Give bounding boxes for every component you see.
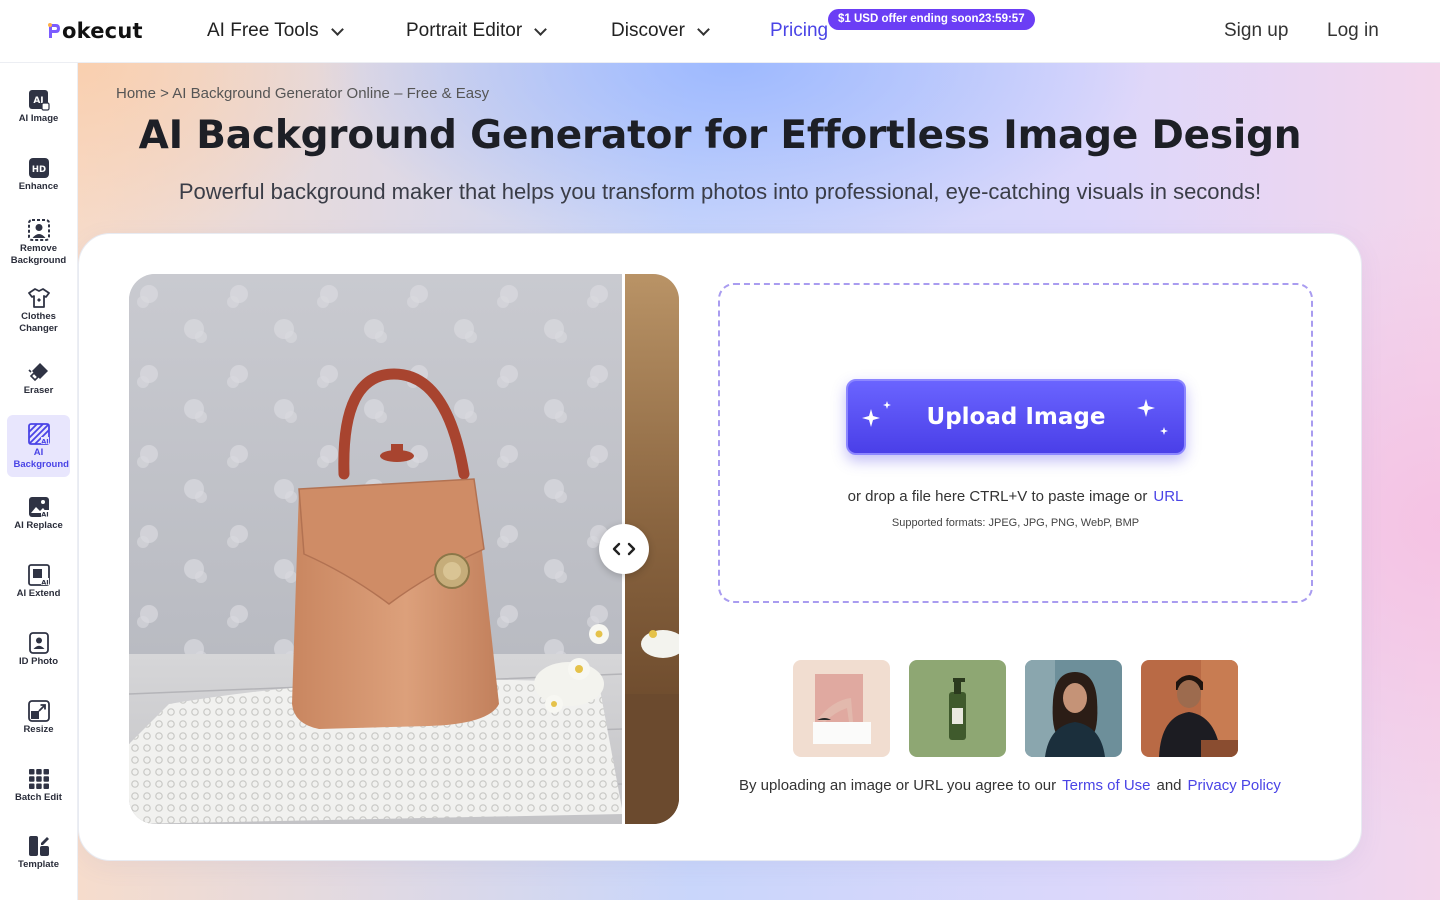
upload-dropzone[interactable]: Upload Image or drop a file here CTRL+V …: [718, 283, 1313, 603]
upload-button-label: Upload Image: [926, 404, 1106, 430]
sidebar-item-label: AI Image: [18, 113, 59, 124]
ai-replace-icon: AI: [28, 497, 49, 519]
sign-up-link[interactable]: Sign up: [1224, 20, 1288, 42]
sidebar-item-label: Batch Edit: [15, 792, 62, 803]
sidebar-item-id-photo[interactable]: ID Photo: [7, 632, 70, 694]
sidebar-item-batch-edit[interactable]: Batch Edit: [7, 768, 70, 830]
sidebar-item-eraser[interactable]: Eraser: [7, 361, 70, 423]
svg-text:AI: AI: [41, 438, 48, 446]
remove-background-icon: [27, 219, 50, 241]
nav-label: AI Free Tools: [207, 20, 319, 41]
sidebar-item-clothes-changer[interactable]: Clothes Changer: [7, 287, 70, 349]
logo-mark-icon: [48, 23, 60, 38]
sidebar-item-label: Enhance: [18, 181, 59, 192]
sidebar-item-label: Remove Background: [10, 243, 67, 266]
resize-icon: [27, 700, 50, 722]
sidebar-item-ai-background[interactable]: AI AI Background: [7, 415, 70, 477]
sidebar-item-label: ID Photo: [18, 656, 59, 667]
offer-countdown-badge[interactable]: $1 USD offer ending soon23:59:57: [828, 9, 1035, 30]
drop-text: or drop a file here CTRL+V to paste imag…: [847, 488, 1148, 505]
sidebar-item-enhance[interactable]: HD Enhance: [7, 157, 70, 219]
tool-sidebar: AI AI Image HD Enhance Remove Background…: [0, 63, 78, 900]
ai-image-icon: AI: [28, 90, 50, 111]
chevron-down-icon: [697, 22, 710, 36]
nav-portrait-editor[interactable]: Portrait Editor: [406, 20, 548, 42]
sidebar-item-label: AI Background: [13, 447, 69, 470]
svg-text:AI: AI: [41, 511, 48, 519]
nav-label: Discover: [611, 20, 685, 41]
sidebar-item-ai-replace[interactable]: AI AI Replace: [7, 496, 70, 558]
hero-section: Home > AI Background Generator Online – …: [78, 63, 1440, 900]
svg-text:HD: HD: [31, 165, 45, 175]
before-after-comparison[interactable]: [129, 274, 679, 824]
nav-label: Portrait Editor: [406, 20, 523, 41]
sidebar-item-label: Resize: [23, 724, 54, 735]
pokecut-logo[interactable]: okecut: [47, 19, 143, 43]
paste-url-link[interactable]: URL: [1153, 488, 1183, 505]
sample-image-woman[interactable]: [1025, 660, 1122, 757]
sidebar-item-label: AI Replace: [14, 520, 63, 531]
sample-images: [793, 660, 1238, 757]
tool-card: Upload Image or drop a file here CTRL+V …: [78, 233, 1362, 861]
nav-ai-free-tools[interactable]: AI Free Tools: [207, 20, 344, 42]
chevron-down-icon: [534, 22, 548, 36]
nav-pricing[interactable]: Pricing: [770, 20, 828, 42]
ai-background-icon: AI: [27, 423, 50, 446]
logo-text: okecut: [62, 19, 143, 43]
sidebar-item-remove-background[interactable]: Remove Background: [7, 219, 70, 281]
svg-text:AI: AI: [41, 579, 48, 587]
sparkle-icon: [862, 401, 891, 427]
ai-extend-icon: AI: [27, 564, 50, 587]
left-right-arrows-icon: [612, 542, 636, 556]
sidebar-item-ai-extend[interactable]: AI AI Extend: [7, 564, 70, 626]
supported-formats: Supported formats: JPEG, JPG, PNG, WebP,…: [891, 517, 1140, 529]
sidebar-item-label: Template: [17, 859, 59, 870]
drop-instructions: or drop a file here CTRL+V to paste imag…: [720, 488, 1311, 505]
sidebar-item-label: Clothes Changer: [19, 311, 58, 334]
chevron-down-icon: [330, 22, 344, 36]
nav-label: Pricing: [770, 20, 829, 41]
eraser-icon: [27, 363, 48, 382]
upload-image-button[interactable]: Upload Image: [846, 379, 1186, 455]
sample-image-bottle[interactable]: [909, 660, 1006, 757]
privacy-policy-link[interactable]: Privacy Policy: [1188, 777, 1281, 794]
sidebar-item-label: AI Extend: [16, 588, 61, 599]
top-header: okecut AI Free Tools Portrait Editor Dis…: [0, 0, 1440, 63]
page-title: AI Background Generator for Effortless I…: [138, 113, 1302, 158]
batch-edit-icon: [28, 769, 49, 789]
terms-prefix: By uploading an image or URL you agree t…: [739, 777, 1057, 794]
sidebar-item-resize[interactable]: Resize: [7, 700, 70, 762]
clothes-icon: [27, 288, 50, 308]
terms-notice: By uploading an image or URL you agree t…: [79, 777, 1363, 794]
hd-enhance-icon: HD: [28, 158, 49, 178]
sample-image-heel[interactable]: [793, 660, 890, 757]
terms-and: and: [1156, 777, 1182, 794]
nav-discover[interactable]: Discover: [611, 20, 710, 42]
sample-image-man[interactable]: [1141, 660, 1238, 757]
comparison-slider-handle[interactable]: [599, 524, 649, 574]
page-subtitle: Powerful background maker that helps you…: [178, 179, 1262, 204]
handbag-before-image: [129, 274, 623, 824]
sidebar-item-template[interactable]: Template: [7, 835, 70, 897]
terms-of-use-link[interactable]: Terms of Use: [1062, 777, 1150, 794]
sidebar-item-ai-image[interactable]: AI AI Image: [7, 89, 70, 151]
template-icon: [28, 836, 49, 856]
sparkle-icon: [1137, 399, 1168, 435]
id-photo-icon: [28, 632, 49, 654]
breadcrumb[interactable]: Home > AI Background Generator Online – …: [116, 85, 489, 102]
sidebar-item-label: Eraser: [23, 385, 54, 396]
log-in-link[interactable]: Log in: [1327, 20, 1379, 42]
